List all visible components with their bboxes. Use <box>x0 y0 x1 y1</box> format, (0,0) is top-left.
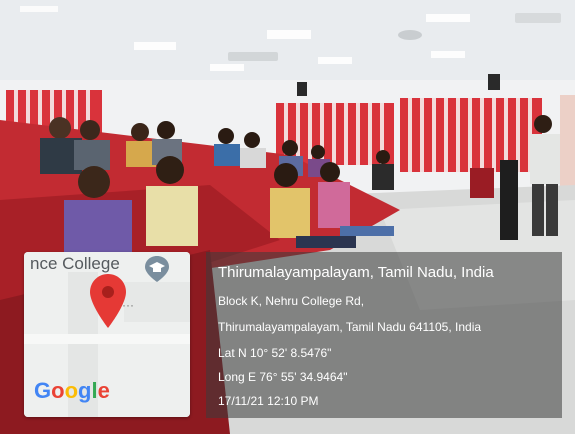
ceiling-light <box>426 14 470 22</box>
timestamp: 17/11/21 12:10 PM <box>218 394 319 408</box>
latitude: Lat N 10° 52' 8.5476" <box>218 346 332 360</box>
ceiling-light <box>134 42 176 50</box>
longitude: Long E 76° 55' 34.9464" <box>218 370 348 384</box>
ceiling-light <box>431 51 465 58</box>
map-thumbnail: nce College ··· Google <box>24 252 190 417</box>
air-conditioner <box>228 52 278 61</box>
address-line-1: Block K, Nehru College Rd, <box>218 294 365 308</box>
ceiling-light <box>210 64 244 71</box>
curtain-stripes-center <box>284 103 384 165</box>
speaker <box>297 82 307 96</box>
ceiling-light <box>318 57 352 64</box>
map-place-label: nce College <box>30 254 120 273</box>
geotag-info-panel: Thirumalayampalayam, Tamil Nadu, India B… <box>206 252 562 418</box>
map-dots: ··· <box>122 298 134 312</box>
google-logo-letter: G <box>34 378 52 403</box>
ceiling-light <box>267 30 311 39</box>
google-logo: Google <box>34 378 110 404</box>
graduation-cap-icon <box>145 256 169 282</box>
location-title: Thirumalayampalayam, Tamil Nadu, India <box>218 264 494 281</box>
google-logo-text: Google <box>34 378 110 403</box>
google-logo-letter: g <box>78 378 92 403</box>
google-logo-letter: e <box>97 378 110 403</box>
google-logo-letter: o <box>64 378 79 403</box>
google-logo-letter: o <box>51 378 65 403</box>
air-conditioner <box>515 13 561 23</box>
address-line-2: Thirumalayampalayam, Tamil Nadu 641105, … <box>218 320 482 334</box>
ceiling-light <box>20 6 58 12</box>
speaker <box>488 74 500 90</box>
projector <box>398 30 422 40</box>
